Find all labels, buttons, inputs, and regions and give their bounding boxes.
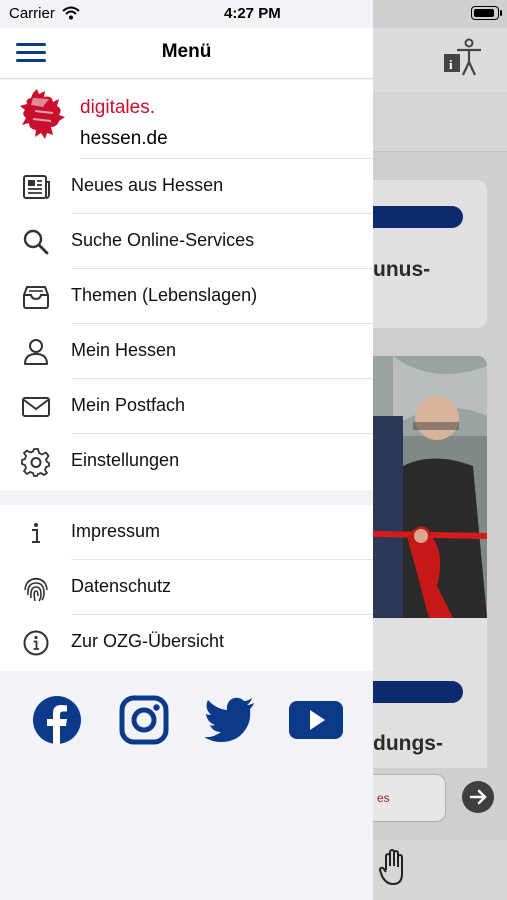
hand-icon[interactable]	[378, 848, 410, 888]
info-circle-icon	[23, 630, 49, 656]
menu-item-label: Impressum	[71, 521, 161, 541]
menu-item-label: Mein Postfach	[71, 395, 186, 415]
menu-item-mein-hessen[interactable]: Mein Hessen	[0, 324, 373, 379]
instagram-icon[interactable]	[119, 692, 169, 748]
menu-item-datenschutz[interactable]: Datenschutz	[0, 560, 373, 615]
background-category-pill	[373, 681, 463, 703]
menu-item-label: Neues aus Hessen	[71, 175, 224, 195]
status-time: 4:27 PM	[224, 5, 281, 22]
page-title: Menü	[161, 41, 212, 62]
background-header: i	[373, 28, 507, 92]
background-search-text: es	[377, 791, 390, 805]
hessen-lion-icon	[20, 89, 65, 139]
drawer-header: Menü	[0, 28, 373, 79]
brand-logo[interactable]: digitales. hessen.de	[0, 80, 373, 159]
menu-item-label: Mein Hessen	[71, 340, 177, 360]
twitter-icon[interactable]	[204, 692, 256, 748]
menu-item-themen[interactable]: Themen (Lebenslagen)	[0, 269, 373, 324]
menu-item-impressum[interactable]: Impressum	[0, 505, 373, 560]
background-search-field[interactable]: es	[373, 774, 446, 822]
menu-item-label: Zur OZG-Übersicht	[71, 631, 225, 651]
facebook-icon[interactable]	[32, 692, 82, 748]
logo-text-hessen: hessen.de	[80, 128, 168, 149]
menu-item-label: Datenschutz	[71, 576, 172, 596]
background-card-title: unus-	[373, 258, 431, 281]
arrow-right-icon	[469, 789, 487, 805]
menu-item-label: Einstellungen	[71, 450, 180, 470]
menu-item-label: Suche Online-Services	[71, 230, 255, 250]
background-card-title: dungs-	[373, 732, 443, 755]
menu-item-einstellungen[interactable]: Einstellungen	[0, 434, 373, 489]
secondary-menu: Impressum Datenschutz Zur OZG-Übersicht	[0, 505, 373, 671]
svg-text:i: i	[449, 57, 453, 72]
newspaper-icon	[23, 175, 50, 199]
background-category-pill	[373, 206, 463, 228]
carrier-label: Carrier	[9, 5, 55, 22]
person-icon	[24, 339, 48, 365]
envelope-icon	[22, 397, 50, 417]
logo-text-digitales: digitales.	[80, 97, 155, 118]
background-go-button[interactable]	[462, 781, 494, 813]
menu-item-label: Themen (Lebenslagen)	[71, 285, 258, 305]
fingerprint-icon	[24, 577, 48, 602]
accessibility-icon[interactable]: i	[442, 38, 486, 78]
background-card[interactable]	[373, 180, 487, 328]
side-menu-drawer: Menü digitales. hessen.de Neues aus Hess…	[0, 0, 373, 900]
wifi-icon	[62, 6, 80, 20]
gear-icon	[21, 448, 50, 477]
menu-item-suche[interactable]: Suche Online-Services	[0, 214, 373, 269]
status-bar: Carrier 4:27 PM	[0, 0, 507, 28]
background-news-photo[interactable]	[373, 356, 487, 618]
info-icon	[32, 523, 40, 543]
youtube-icon[interactable]	[288, 692, 344, 748]
menu-item-postfach[interactable]: Mein Postfach	[0, 379, 373, 434]
battery-icon	[471, 6, 499, 20]
main-menu: digitales. hessen.de Neues aus Hessen Su…	[0, 80, 373, 490]
inbox-tray-icon	[23, 286, 49, 309]
background-tab-bar	[373, 840, 507, 900]
menu-item-ozg[interactable]: Zur OZG-Übersicht	[0, 615, 373, 670]
background-band	[373, 92, 507, 152]
search-icon	[23, 229, 49, 255]
menu-item-neues[interactable]: Neues aus Hessen	[0, 159, 373, 214]
